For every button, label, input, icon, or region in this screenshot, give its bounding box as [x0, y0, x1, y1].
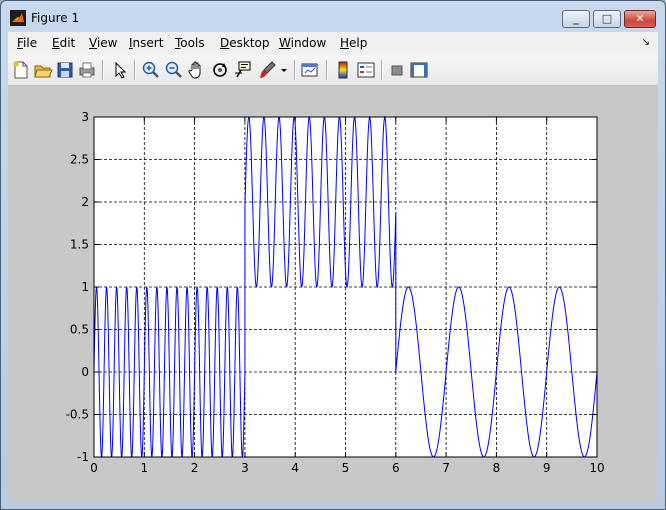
axes: 0 1 2 3 4 5 6 7 8 9 10 -1 -0.5 0 0.5 1 1.5 2 2.5 3 — [66, 110, 605, 475]
title-bar[interactable]: Figure 1 _ □ ✕ — [1, 1, 665, 33]
x-tick-label: 9 — [543, 461, 551, 475]
zoom-in-button[interactable] — [140, 59, 162, 81]
link-plot-icon — [301, 63, 318, 77]
link-plot-button[interactable] — [299, 59, 321, 81]
y-tick-label: 2.5 — [70, 153, 89, 167]
x-tick-label: 10 — [589, 461, 604, 475]
menu-bar: File Edit View Insert Tools Desktop Wind… — [8, 32, 658, 55]
x-tick-label: 7 — [442, 461, 450, 475]
new-figure-button[interactable] — [10, 59, 32, 81]
y-tick-label: 0.5 — [70, 323, 89, 337]
zoom-in-icon — [142, 61, 159, 78]
insert-colorbar-button[interactable] — [332, 59, 354, 81]
plot-svg[interactable]: 0 1 2 3 4 5 6 7 8 9 10 -1 -0.5 0 0.5 1 1.5 2 2.5 3 — [8, 86, 658, 502]
menu-tools[interactable]: Tools — [175, 36, 205, 50]
y-tick-label: 3 — [81, 110, 89, 124]
arrow-pointer-icon — [115, 61, 127, 79]
menu-edit[interactable]: Edit — [52, 36, 75, 50]
x-tick-label: 0 — [90, 461, 98, 475]
toolbar-separator — [294, 60, 296, 80]
toolbar-separator — [381, 60, 383, 80]
close-button[interactable]: ✕ — [624, 10, 656, 28]
y-tick-label: 0 — [81, 365, 89, 379]
pan-button[interactable] — [186, 59, 208, 81]
printer-icon — [79, 62, 95, 78]
menu-insert[interactable]: Insert — [129, 36, 163, 50]
menu-help[interactable]: Help — [340, 36, 367, 50]
menu-file[interactable]: File — [17, 36, 37, 50]
x-tick-label: 1 — [140, 461, 148, 475]
folder-open-icon — [34, 65, 53, 78]
save-disk-icon — [57, 62, 73, 78]
toolbar-separator — [134, 60, 136, 80]
minimize-icon: _ — [573, 12, 579, 25]
print-figure-button[interactable] — [76, 59, 98, 81]
legend-icon — [357, 62, 375, 78]
y-tick-label: -0.5 — [66, 408, 89, 422]
rotate-icon — [213, 63, 227, 77]
x-tick-label: 8 — [493, 461, 501, 475]
toolbar-separator — [102, 60, 104, 80]
pan-hand-icon — [188, 61, 201, 79]
y-tick-label: 1 — [81, 280, 89, 294]
figure-toolbar — [8, 55, 658, 86]
menu-desktop[interactable]: Desktop — [220, 36, 270, 50]
show-plot-tools-button[interactable] — [408, 59, 430, 81]
x-tick-label: 3 — [241, 461, 249, 475]
brush-button[interactable] — [256, 59, 278, 81]
window-client: File Edit View Insert Tools Desktop Wind… — [8, 32, 658, 502]
x-tick-label: 2 — [191, 461, 199, 475]
save-figure-button[interactable] — [54, 59, 76, 81]
show-plot-tools-icon — [410, 62, 428, 78]
brush-icon — [260, 61, 276, 78]
y-tick-label: 2 — [81, 195, 89, 209]
figure-canvas: 0 1 2 3 4 5 6 7 8 9 10 -1 -0.5 0 0.5 1 1.5 2 2.5 3 — [8, 86, 658, 502]
colorbar-icon — [338, 61, 348, 79]
data-cursor-icon — [235, 61, 251, 78]
zoom-out-icon — [165, 61, 182, 78]
menu-window[interactable]: Window — [279, 36, 326, 50]
toolbar-separator — [326, 60, 328, 80]
menu-view[interactable]: View — [89, 36, 117, 50]
hide-plot-tools-icon — [391, 65, 403, 76]
zoom-out-button[interactable] — [163, 59, 185, 81]
hide-plot-tools-button[interactable] — [386, 59, 408, 81]
open-file-button[interactable] — [32, 59, 54, 81]
dock-arrow-icon[interactable]: ↘ — [642, 37, 650, 48]
chevron-down-icon — [281, 69, 287, 72]
minimize-button[interactable]: _ — [562, 10, 590, 28]
edit-plot-button[interactable] — [109, 59, 131, 81]
y-tick-label: -1 — [77, 450, 89, 464]
matlab-logo-icon — [10, 10, 26, 26]
window-title: Figure 1 — [31, 11, 80, 25]
brush-dropdown-button[interactable] — [278, 59, 290, 81]
maximize-button[interactable]: □ — [593, 10, 621, 28]
close-icon: ✕ — [635, 12, 645, 25]
x-tick-label: 4 — [291, 461, 299, 475]
x-tick-label: 6 — [392, 461, 400, 475]
y-tick-label: 1.5 — [70, 238, 89, 252]
new-file-icon — [13, 61, 28, 79]
data-cursor-button[interactable] — [232, 59, 254, 81]
x-tick-label: 5 — [342, 461, 350, 475]
maximize-icon: □ — [601, 12, 613, 25]
rotate-3d-button[interactable] — [209, 59, 231, 81]
figure-window: Figure 1 _ □ ✕ File Edit View Insert Too… — [0, 0, 666, 510]
insert-legend-button[interactable] — [355, 59, 377, 81]
